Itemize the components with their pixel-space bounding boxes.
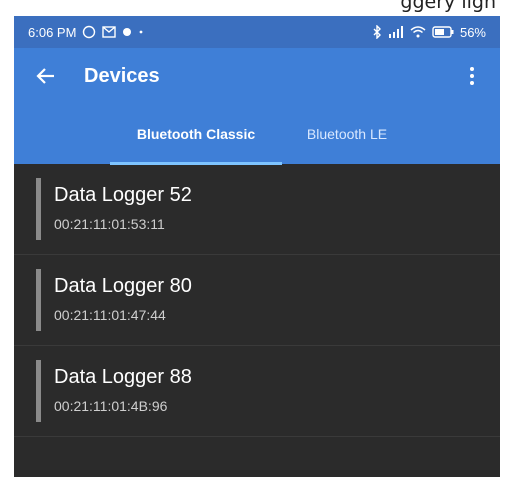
app-bar: Devices	[14, 48, 500, 104]
wifi-icon	[410, 26, 426, 38]
device-item[interactable]: Data Logger 52 00:21:11:01:53:11	[14, 164, 500, 255]
device-item[interactable]: Data Logger 88 00:21:11:01:4B:96	[14, 346, 500, 437]
tab-bar: Bluetooth Classic Bluetooth LE	[14, 104, 500, 165]
device-item[interactable]: Data Logger 80 00:21:11:01:47:44	[14, 255, 500, 346]
tab-bluetooth-le[interactable]: Bluetooth LE	[282, 104, 412, 164]
gmail-icon	[102, 26, 117, 38]
device-address: 00:21:11:01:4B:96	[54, 398, 168, 414]
status-bar: 6:06 PM 56%	[14, 16, 500, 48]
back-button[interactable]	[26, 56, 66, 96]
tab-bluetooth-classic[interactable]: Bluetooth Classic	[110, 104, 282, 164]
arrow-back-icon	[35, 65, 57, 87]
device-name: Data Logger 52	[54, 184, 192, 206]
device-list: Data Logger 52 00:21:11:01:53:11 Data Lo…	[14, 164, 500, 437]
device-address: 00:21:11:01:47:44	[54, 307, 166, 323]
phone-screen: 6:06 PM 56% Devices Bluetooth Classic Bl…	[14, 16, 500, 477]
item-accent-bar	[36, 269, 41, 331]
signal-icon	[388, 26, 404, 38]
dot-icon	[122, 27, 132, 37]
item-accent-bar	[36, 178, 41, 240]
device-name: Data Logger 88	[54, 366, 192, 388]
small-dot-icon	[138, 29, 144, 35]
device-name: Data Logger 80	[54, 275, 192, 297]
item-accent-bar	[36, 360, 41, 422]
bluetooth-icon	[372, 25, 382, 39]
battery-percent: 56%	[459, 24, 486, 40]
device-address: 00:21:11:01:53:11	[54, 216, 165, 232]
battery-icon	[432, 26, 454, 38]
overflow-menu-button[interactable]	[452, 56, 492, 96]
page-title: Devices	[84, 64, 160, 87]
whatsapp-icon	[82, 25, 96, 39]
status-time: 6:06 PM	[28, 24, 77, 40]
cropped-caption: ggery ligh	[400, 0, 496, 13]
more-vert-icon	[469, 66, 475, 86]
